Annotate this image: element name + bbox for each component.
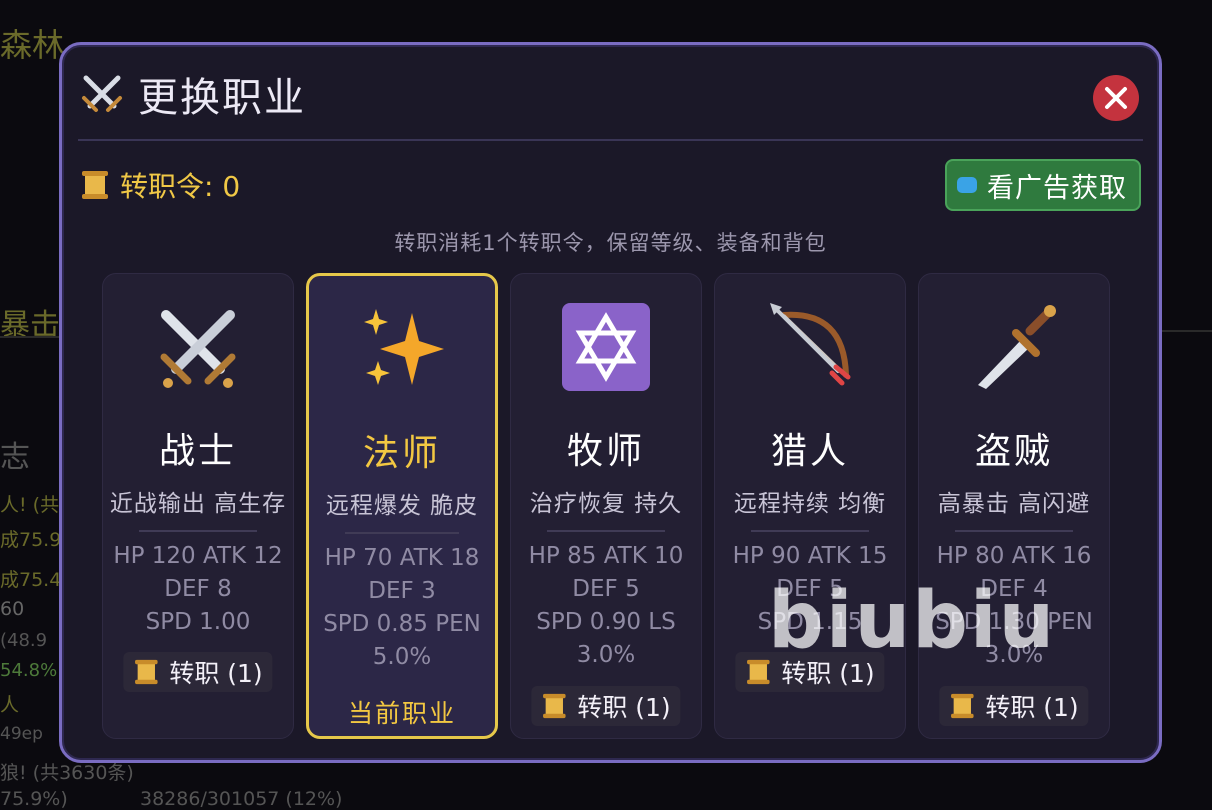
class-card-warrior[interactable]: 战士 近战输出 高生存 HP 120 ATK 12 DEF 8 SPD 1.00… <box>102 273 294 739</box>
card-divider <box>751 530 869 532</box>
class-name: 牧师 <box>566 431 645 472</box>
scroll-icon <box>951 693 974 719</box>
bg-log-line: 49ep <box>0 724 43 744</box>
bg-log-line: 成75.4 <box>0 569 62 591</box>
switch-class-label: 转职 (1) <box>985 693 1079 722</box>
bow-and-arrow-icon <box>770 303 851 386</box>
class-name: 猎人 <box>770 431 849 472</box>
bg-log-line: 成75.9 <box>0 529 62 551</box>
bg-log-line: 60 <box>0 598 25 620</box>
card-divider <box>139 530 257 532</box>
scroll-icon <box>135 659 158 685</box>
star-of-david-icon <box>562 303 650 391</box>
stat-line: HP 120 ATK 12 <box>113 543 283 569</box>
class-description: 近战输出 高生存 <box>109 491 287 517</box>
card-divider <box>547 530 665 532</box>
stat-line: DEF 8 <box>164 576 232 602</box>
stat-line: 3.0% <box>576 642 636 668</box>
cost-hint: 转职消耗1个转职令，保留等级、装备和背包 <box>394 231 827 255</box>
switch-class-button[interactable]: 转职 (1) <box>123 652 273 692</box>
dialog-header: 更换职业 <box>80 65 306 123</box>
class-card-mage: 法师 远程爆发 脆皮 HP 70 ATK 18 DEF 3 SPD 0.85 P… <box>306 273 498 739</box>
bg-zone-name: 森林 <box>0 26 65 64</box>
crossed-swords-icon <box>82 75 122 112</box>
sparkles-icon <box>364 309 444 385</box>
class-description: 治疗恢复 持久 <box>529 491 683 517</box>
class-name: 法师 <box>362 433 441 474</box>
bg-divider-right <box>1156 330 1212 332</box>
class-cards: 战士 近战输出 高生存 HP 120 ATK 12 DEF 8 SPD 1.00… <box>102 273 1122 741</box>
bg-exp-readout: 38286/301057 (12%) <box>140 788 343 810</box>
stat-line: 5.0% <box>372 644 432 670</box>
bg-log-line: 54.8% <box>0 660 58 681</box>
watch-ad-label: 看广告获取 <box>987 172 1127 204</box>
stat-line: DEF 5 <box>572 576 640 602</box>
stat-line: SPD 1.00 <box>145 609 251 635</box>
bg-log-line: 75.9%) <box>0 788 68 810</box>
stat-line: SPD 0.90 LS <box>536 609 676 635</box>
token-label: 转职令: 0 <box>120 170 241 203</box>
close-icon <box>1105 87 1127 109</box>
scroll-icon <box>543 693 566 719</box>
card-divider <box>345 532 459 534</box>
class-name: 盗贼 <box>974 431 1053 472</box>
stat-line: HP 90 ATK 15 <box>732 543 888 569</box>
token-count: 转职令: 0 <box>80 165 240 205</box>
current-class-label: 当前职业 <box>347 699 456 728</box>
card-divider <box>955 530 1073 532</box>
bg-log-title: 志 <box>0 440 30 475</box>
dialog-title: 更换职业 <box>138 75 306 121</box>
class-stats: HP 85 ATK 10 DEF 5 SPD 0.90 LS 3.0% <box>517 540 695 672</box>
class-card-rogue[interactable]: 盗贼 高暴击 高闪避 HP 80 ATK 16 DEF 4 SPD 1.30 P… <box>918 273 1110 739</box>
stat-line: HP 80 ATK 16 <box>936 543 1092 569</box>
class-card-hunter[interactable]: 猎人 远程持续 均衡 HP 90 ATK 15 DEF 5 SPD 1.15 转… <box>714 273 906 739</box>
bg-log-line: 人 <box>0 694 20 716</box>
class-stats: HP 70 ATK 18 DEF 3 SPD 0.85 PEN 5.0% <box>315 542 489 674</box>
switch-class-button[interactable]: 转职 (1) <box>531 686 681 726</box>
class-name: 战士 <box>158 431 237 472</box>
header-divider <box>78 139 1143 141</box>
bg-log-line: (48.9 <box>0 630 48 651</box>
switch-class-label: 转职 (1) <box>577 693 671 722</box>
stat-line: SPD 0.85 PEN <box>323 611 481 637</box>
bg-divider <box>0 336 60 338</box>
video-icon <box>957 177 977 193</box>
stat-line: HP 85 ATK 10 <box>528 543 684 569</box>
bg-log-line: 人! (共 <box>0 494 60 516</box>
switch-class-label: 转职 (1) <box>169 659 263 688</box>
class-stats: HP 120 ATK 12 DEF 8 SPD 1.00 <box>109 540 287 639</box>
stat-line: HP 70 ATK 18 <box>324 545 480 571</box>
dagger-icon <box>978 305 1056 389</box>
switch-class-button[interactable]: 转职 (1) <box>939 686 1089 726</box>
class-description: 远程爆发 脆皮 <box>325 493 479 519</box>
crossed-swords-icon <box>160 310 236 388</box>
close-button[interactable] <box>1093 75 1139 121</box>
stat-line: DEF 3 <box>368 578 436 604</box>
class-card-priest[interactable]: 牧师 治疗恢复 持久 HP 85 ATK 10 DEF 5 SPD 0.90 L… <box>510 273 702 739</box>
class-description: 高暴击 高闪避 <box>937 491 1091 517</box>
watch-ad-button[interactable]: 看广告获取 <box>945 159 1141 211</box>
class-description: 远程持续 均衡 <box>733 491 887 517</box>
scroll-icon <box>82 171 108 199</box>
watermark: biubiu <box>768 576 1057 666</box>
